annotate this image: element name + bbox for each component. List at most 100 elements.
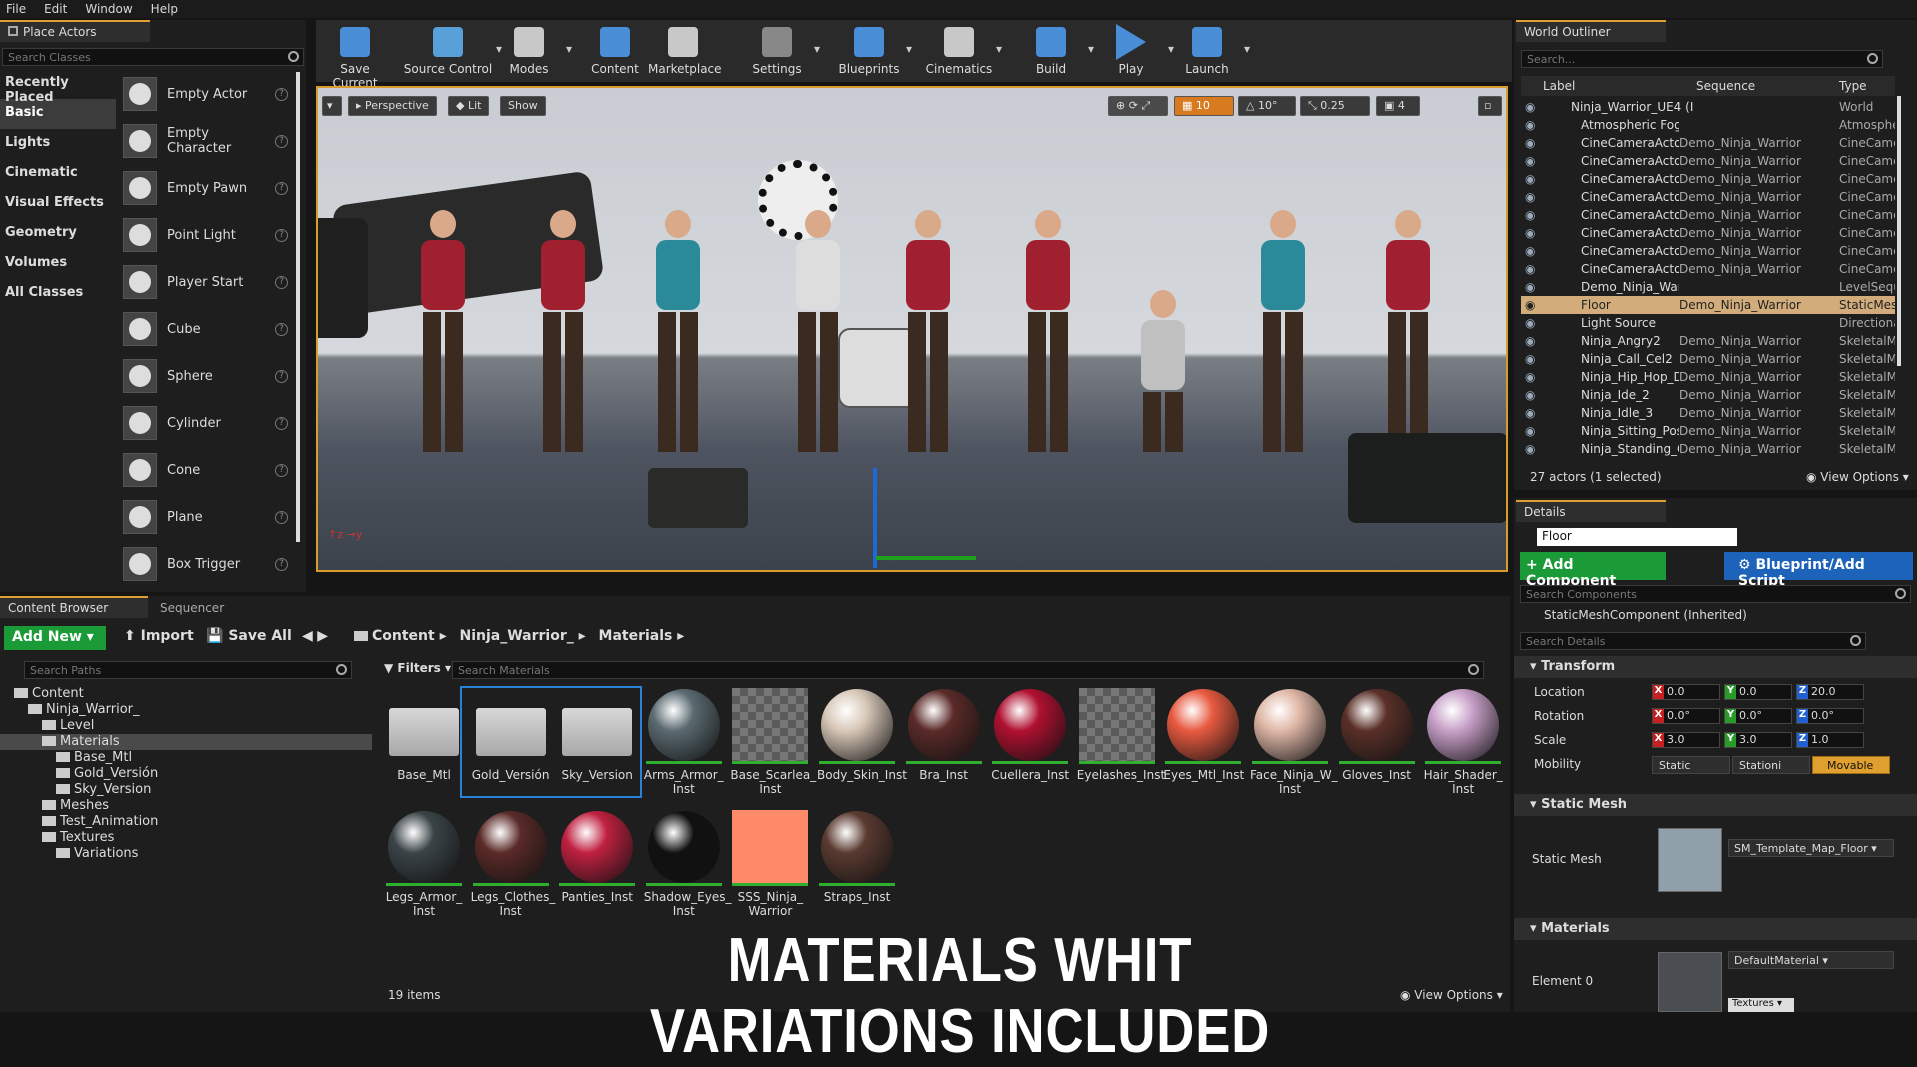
grid-snap-button[interactable]: ▦ 10 [1174, 96, 1234, 116]
visibility-eye-icon[interactable]: ◉ [1525, 442, 1535, 456]
asset-tile[interactable]: Panties_Inst [557, 810, 637, 904]
transform-tools[interactable]: ⊕ ⟳ ⤢ [1108, 96, 1168, 116]
visibility-eye-icon[interactable]: ◉ [1525, 316, 1535, 330]
help-icon[interactable]: ? [275, 557, 288, 571]
outliner-row[interactable]: ◉ CineCameraActor Demo_Ninja_Warrior CineCa… [1521, 152, 1895, 170]
actor-item[interactable]: Empty Pawn? [123, 166, 288, 210]
menu-window[interactable]: Window [85, 2, 132, 16]
asset-tile[interactable]: Legs_Armor_ Inst [384, 810, 464, 918]
mobility-toggle[interactable]: Static Stationi Movable [1652, 756, 1892, 774]
crumb-materials[interactable]: Materials [599, 628, 673, 644]
asset-tile[interactable]: Straps_Inst [817, 810, 897, 904]
actor-item[interactable]: Point Light? [123, 213, 288, 257]
outliner-scrollbar[interactable] [1897, 96, 1901, 366]
static-mesh-dropdown[interactable]: SM_Template_Map_Floor ▾ [1728, 839, 1894, 857]
textures-dropdown[interactable]: Textures ▾ [1728, 998, 1794, 1012]
viewport-options-button[interactable]: ▾ [322, 96, 342, 116]
folder-tree-item[interactable]: Ninja_Warrior_ [0, 702, 372, 718]
category-lights[interactable]: Lights [0, 129, 116, 159]
actor-item[interactable]: Empty Character? [123, 119, 288, 163]
outliner-view-options[interactable]: ◉ View Options ▾ [1806, 470, 1909, 484]
add-component-button[interactable]: + Add Component [1520, 552, 1666, 589]
visibility-eye-icon[interactable]: ◉ [1525, 226, 1535, 240]
build-button[interactable]: Build [1016, 24, 1086, 76]
actor-item[interactable]: Cube? [123, 307, 288, 351]
actor-list-scrollbar[interactable] [296, 72, 300, 542]
search-paths-input[interactable]: Search Paths [24, 661, 352, 679]
asset-tile[interactable]: Base_Mtl [384, 688, 464, 782]
folder-tree-item[interactable]: Base_Mtl [0, 750, 372, 766]
maximize-viewport-button[interactable]: ▫ [1478, 96, 1502, 116]
save-current-button[interactable]: Save Current [320, 24, 390, 90]
materials-section-header[interactable]: ▾ Materials [1514, 918, 1917, 940]
outliner-search-input[interactable]: Search... [1521, 50, 1883, 68]
play-button[interactable]: Play [1096, 24, 1166, 76]
visibility-eye-icon[interactable]: ◉ [1525, 406, 1535, 420]
category-all-classes[interactable]: All Classes [0, 279, 116, 309]
asset-tile[interactable]: Face_Ninja_W_ Inst [1250, 688, 1338, 796]
outliner-row[interactable]: ◉ Ninja_Warrior_UE4 (I World [1521, 98, 1895, 116]
outliner-row[interactable]: ◉ Ninja_Standing_G Demo_Ninja_Warrior Skele… [1521, 440, 1895, 458]
actor-item[interactable]: Cone? [123, 448, 288, 492]
category-cinematic[interactable]: Cinematic [0, 159, 116, 189]
character-figure[interactable] [1018, 210, 1078, 470]
visibility-eye-icon[interactable]: ◉ [1525, 424, 1535, 438]
help-icon[interactable]: ? [275, 275, 288, 289]
material-thumbnail[interactable] [1658, 952, 1722, 1012]
rotation-y-field[interactable]: Y 0.0° [1724, 708, 1792, 724]
actor-name-field[interactable]: Floor [1537, 528, 1737, 546]
perspective-button[interactable]: ▸ Perspective [348, 96, 437, 116]
help-icon[interactable]: ? [275, 322, 288, 336]
outliner-row[interactable]: ◉ Demo_Ninja_Warri LevelSeque [1521, 278, 1895, 296]
crumb-content[interactable]: Content [372, 628, 435, 644]
rotation-x-field[interactable]: X 0.0° [1652, 708, 1720, 724]
dropdown-arrow-icon[interactable]: ▾ [566, 42, 572, 56]
category-visual-effects[interactable]: Visual Effects [0, 189, 116, 219]
search-classes-input[interactable]: Search Classes [2, 48, 304, 66]
material-dropdown[interactable]: DefaultMaterial ▾ [1728, 951, 1894, 969]
show-button[interactable]: Show [500, 96, 546, 116]
tab-world-outliner[interactable]: World Outliner [1516, 20, 1666, 42]
scale-snap-button[interactable]: ⤡ 0.25 [1300, 96, 1370, 116]
dropdown-arrow-icon[interactable]: ▾ [906, 42, 912, 56]
outliner-row[interactable]: ◉ Floor Demo_Ninja_Warrior StaticMesh [1521, 296, 1895, 314]
modes-button[interactable]: Modes [494, 24, 564, 76]
folder-tree-item[interactable]: Textures [0, 830, 372, 846]
character-figure[interactable] [1253, 210, 1313, 470]
outliner-row[interactable]: ◉ CineCameraActor Demo_Ninja_Warrior CineCa… [1521, 224, 1895, 242]
rotation-z-field[interactable]: Z 0.0° [1796, 708, 1864, 724]
asset-tile[interactable]: SSS_Ninja_ Warrior [730, 810, 810, 918]
column-label[interactable]: Label [1543, 79, 1575, 93]
outliner-row[interactable]: ◉ CineCameraActor Demo_Ninja_Warrior CineCa… [1521, 242, 1895, 260]
folder-tree-item[interactable]: Level [0, 718, 372, 734]
asset-tile[interactable]: Legs_Clothes_ Inst [471, 810, 555, 918]
help-icon[interactable]: ? [275, 87, 288, 101]
gizmo-y-axis[interactable] [876, 556, 976, 560]
menu-help[interactable]: Help [151, 2, 178, 16]
asset-tile[interactable]: Gloves_Inst [1337, 688, 1417, 782]
crumb-ninja[interactable]: Ninja_Warrior_ [460, 628, 574, 644]
asset-tile[interactable]: Base_Scarlea_ Inst [730, 688, 816, 796]
location-z-field[interactable]: Z 20.0 [1796, 684, 1864, 700]
visibility-eye-icon[interactable]: ◉ [1525, 154, 1535, 168]
asset-tile[interactable]: Eyelashes_Inst [1077, 688, 1165, 782]
character-figure[interactable] [1378, 210, 1438, 470]
outliner-row[interactable]: ◉ Ninja_Hip_Hop_DaDemo_Ninja_Warrior Skele… [1521, 368, 1895, 386]
filters-button[interactable]: ▼ Filters ▾ [384, 661, 451, 675]
marketplace-button[interactable]: Marketplace [648, 24, 722, 76]
visibility-eye-icon[interactable]: ◉ [1525, 298, 1535, 312]
level-viewport[interactable]: ▾ ▸ Perspective ◆ Lit Show ⊕ ⟳ ⤢ ▦ 10 △ … [316, 86, 1508, 572]
cb-view-options[interactable]: ◉ View Options ▾ [1400, 988, 1503, 1002]
asset-tile[interactable]: Cuellera_Inst [990, 688, 1070, 782]
visibility-eye-icon[interactable]: ◉ [1525, 136, 1535, 150]
blueprints-button[interactable]: Blueprints [834, 24, 904, 76]
actor-item[interactable]: Cylinder? [123, 401, 288, 445]
scale-x-field[interactable]: X 3.0 [1652, 732, 1720, 748]
outliner-row[interactable]: ◉ CineCameraActor Demo_Ninja_Warrior CineCa… [1521, 170, 1895, 188]
search-details-input[interactable]: Search Details [1520, 632, 1866, 650]
asset-tile[interactable]: Shadow_Eyes_ Inst [644, 810, 731, 918]
visibility-eye-icon[interactable]: ◉ [1525, 118, 1535, 132]
character-figure[interactable] [898, 210, 958, 470]
outliner-row[interactable]: ◉ Ninja_Call_Cel2 Demo_Ninja_Warrior Skelet… [1521, 350, 1895, 368]
dropdown-arrow-icon[interactable]: ▾ [1088, 42, 1094, 56]
